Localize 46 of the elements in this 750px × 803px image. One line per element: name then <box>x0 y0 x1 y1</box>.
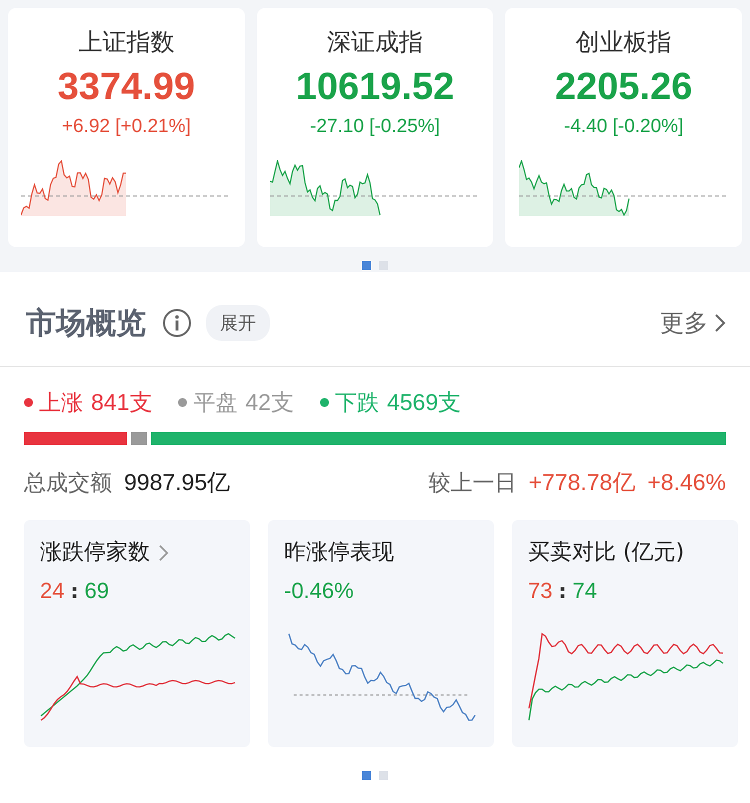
card-title: 涨跌停家数 <box>40 539 150 567</box>
index-card[interactable]: 创业板指 2205.26 -4.40 [-0.20%] <box>505 8 742 247</box>
chevron-right-icon[interactable] <box>714 313 726 333</box>
compare-percent: +8.46% <box>647 469 726 496</box>
ratio-value: 69 <box>84 578 109 604</box>
index-value: 10619.52 <box>296 65 454 110</box>
index-card[interactable]: 深证成指 10619.52 -27.10 [-0.25%] <box>256 8 494 247</box>
breadth-label: 上涨 <box>39 390 83 418</box>
index-change: -4.40 [-0.20%] <box>564 115 684 139</box>
index-value: 2205.26 <box>554 65 692 110</box>
card-title: 买卖对比 (亿元) <box>528 539 684 567</box>
page-indicator[interactable] <box>379 771 388 780</box>
index-change: -27.10 [-0.25%] <box>310 115 440 139</box>
section-title: 市场概览 <box>26 304 146 342</box>
ratio-separator: : <box>70 579 78 603</box>
chevron-right-icon[interactable] <box>158 544 169 562</box>
performance-value: -0.46% <box>284 578 354 604</box>
stat-card[interactable]: 买卖对比 (亿元) 73 : 74 <box>512 520 738 747</box>
page-indicator[interactable] <box>362 771 371 780</box>
breadth-label: 下跌 <box>334 390 379 418</box>
breadth-label: 平盘 <box>193 390 238 418</box>
turnover-label: 总成交额 <box>24 470 112 498</box>
compare-label: 较上一日 <box>428 470 517 498</box>
breadth-count: 4569支 <box>386 388 462 417</box>
index-name: 深证成指 <box>327 27 423 58</box>
ratio-separator: : <box>558 579 566 603</box>
index-value: 3374.99 <box>58 65 196 110</box>
index-change: +6.92 [+0.21%] <box>62 115 191 139</box>
breadth-bar-segment <box>131 432 148 445</box>
stat-card[interactable]: 涨跌停家数 24 : 69 <box>24 520 250 747</box>
breadth-count: 42支 <box>245 388 294 417</box>
card-title: 昨涨停表现 <box>284 539 394 567</box>
breadth-count: 841支 <box>91 388 152 417</box>
index-card[interactable]: 上证指数 3374.99 +6.92 [+0.21%] <box>8 8 245 247</box>
expand-button[interactable]: 展开 <box>206 305 270 341</box>
compare-amount: +778.78亿 <box>528 468 636 497</box>
ratio-value: 74 <box>572 578 597 604</box>
turnover-value: 9987.95亿 <box>124 468 230 497</box>
stat-card[interactable]: 昨涨停表现 -0.46% <box>268 520 494 747</box>
page-indicator[interactable] <box>362 261 371 270</box>
more-link[interactable]: 更多 <box>660 307 726 339</box>
ratio-value: 73 <box>528 578 552 604</box>
index-name: 上证指数 <box>78 27 174 58</box>
ratio-value: 24 <box>40 578 64 604</box>
info-icon[interactable] <box>162 308 192 338</box>
index-name: 创业板指 <box>576 27 672 58</box>
